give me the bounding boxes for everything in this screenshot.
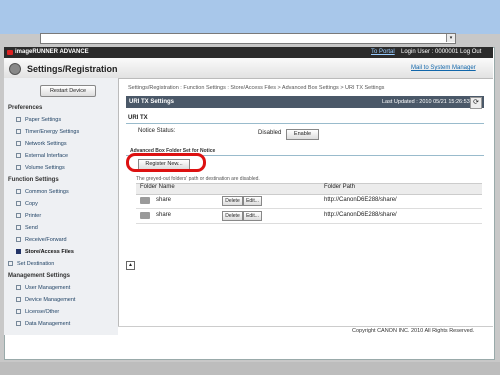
column-folder-path: Folder Path <box>324 184 356 190</box>
section-divider <box>126 115 484 124</box>
sidebar-item-label: Receive/Forward <box>25 237 67 243</box>
edit-button[interactable]: Edit... <box>243 211 262 221</box>
table-row <box>136 209 482 224</box>
sidebar-item-data-management[interactable]: Data Management <box>16 321 70 327</box>
product-name: imageRUNNER ADVANCE <box>15 49 89 55</box>
address-bar[interactable] <box>40 33 456 44</box>
sidebar-item-label: Volume Settings <box>25 165 65 171</box>
settings-icon <box>9 63 21 75</box>
copyright-text: Copyright CANON INC. 2010 All Rights Res… <box>352 328 475 334</box>
portal-link[interactable]: To Portal <box>371 49 395 55</box>
sidebar-item-label: User Management <box>25 285 71 291</box>
sidebar-item-receive-forward[interactable]: Receive/Forward <box>16 237 67 243</box>
mail-system-manager-link[interactable]: Mail to System Manager <box>411 65 476 71</box>
bullet-icon <box>8 261 13 267</box>
last-updated: Last Updated : 2010 05/21 15:26:53 <box>382 99 470 105</box>
sidebar-item-network[interactable]: Network Settings <box>16 141 67 147</box>
highlight-ring <box>126 153 206 172</box>
restart-device-button[interactable]: Restart Device <box>40 85 96 97</box>
notice-status-value: Disabled <box>258 130 282 136</box>
uri-tx-heading: URI TX <box>128 115 148 121</box>
bullet-icon <box>16 141 21 147</box>
bullet-icon <box>16 213 21 219</box>
canon-logo-icon <box>7 50 13 55</box>
browser-chrome <box>0 0 500 34</box>
bullet-icon <box>16 129 21 135</box>
login-user-info[interactable]: Login User : 0000001 Log Out <box>401 49 481 55</box>
delete-button[interactable]: Delete <box>222 211 243 221</box>
sidebar-item-label: Data Management <box>25 321 71 327</box>
bullet-icon <box>16 201 21 207</box>
enable-button[interactable]: Enable <box>286 129 319 140</box>
folder-name: share <box>156 212 172 218</box>
bullet-icon <box>16 237 21 243</box>
folder-name: share <box>156 197 172 203</box>
sidebar-item-label: Common Settings <box>25 189 69 195</box>
sidebar-item-license-other[interactable]: License/Other <box>16 309 59 315</box>
window-bottom-frame <box>0 362 500 375</box>
sidebar-item-label: Paper Settings <box>25 117 62 123</box>
sidebar-heading-preferences: Preferences <box>8 105 43 111</box>
table-row <box>136 194 482 209</box>
section-title: URI TX Settings <box>129 99 175 105</box>
bullet-icon <box>16 321 21 327</box>
sidebar-item-label: Printer <box>25 213 42 219</box>
sidebar-item-volume[interactable]: Volume Settings <box>16 165 65 171</box>
column-folder-name: Folder Name <box>140 184 175 190</box>
folder-icon <box>140 197 150 204</box>
folder-path: http://CanonD6E288/share/ <box>324 197 397 203</box>
edit-button[interactable]: Edit... <box>243 196 262 206</box>
sidebar-item-timer-energy[interactable]: Timer/Energy Settings <box>16 129 79 135</box>
collapse-icon[interactable]: ▲ <box>126 261 135 270</box>
folder-icon <box>140 212 150 219</box>
sidebar-item-external-interface[interactable]: External Interface <box>16 153 68 159</box>
sidebar-item-common[interactable]: Common Settings <box>16 189 69 195</box>
sidebar-item-store-access[interactable]: Store/Access Files <box>16 249 74 255</box>
sidebar-item-label: License/Other <box>25 309 60 315</box>
notice-status-label: Notice Status: <box>138 128 176 134</box>
refresh-icon[interactable]: ⟳ <box>470 97 482 109</box>
delete-button[interactable]: Delete <box>222 196 243 206</box>
sidebar-item-label: External Interface <box>25 153 69 159</box>
bullet-icon <box>16 249 21 255</box>
sidebar-item-label: Network Settings <box>25 141 67 147</box>
sidebar-item-label: Device Management <box>25 297 76 303</box>
sidebar-item-label: Timer/Energy Settings <box>25 129 80 135</box>
greyed-note: The greyed-out folders' path or destinat… <box>136 176 260 182</box>
bullet-icon <box>16 189 21 195</box>
breadcrumb[interactable]: Settings/Registration : Function Setting… <box>128 85 384 91</box>
chevron-down-icon[interactable]: ▾ <box>446 34 455 42</box>
sidebar-item-paper-settings[interactable]: Paper Settings <box>16 117 61 123</box>
sidebar-item-device-management[interactable]: Device Management <box>16 297 75 303</box>
folder-path: http://CanonD6E288/share/ <box>324 212 397 218</box>
sidebar-item-copy[interactable]: Copy <box>16 201 38 207</box>
bullet-icon <box>16 225 21 231</box>
sidebar-item-label: Send <box>25 225 38 231</box>
sidebar-item-user-management[interactable]: User Management <box>16 285 70 291</box>
bullet-icon <box>16 153 21 159</box>
sidebar-item-label: Store/Access Files <box>25 249 74 255</box>
bullet-icon <box>16 297 21 303</box>
sidebar-heading-management: Management Settings <box>8 273 71 279</box>
sidebar-item-printer[interactable]: Printer <box>16 213 41 219</box>
sidebar-item-set-destination[interactable]: Set Destination <box>8 261 54 267</box>
sidebar-heading-function: Function Settings <box>8 177 59 183</box>
sidebar-item-label: Set Destination <box>17 261 55 267</box>
sidebar-item-label: Copy <box>25 201 38 207</box>
sidebar-item-send[interactable]: Send <box>16 225 38 231</box>
bullet-icon <box>16 309 21 315</box>
bullet-icon <box>16 165 21 171</box>
page-title: Settings/Registration <box>27 64 118 74</box>
bullet-icon <box>16 285 21 291</box>
bullet-icon <box>16 117 21 123</box>
